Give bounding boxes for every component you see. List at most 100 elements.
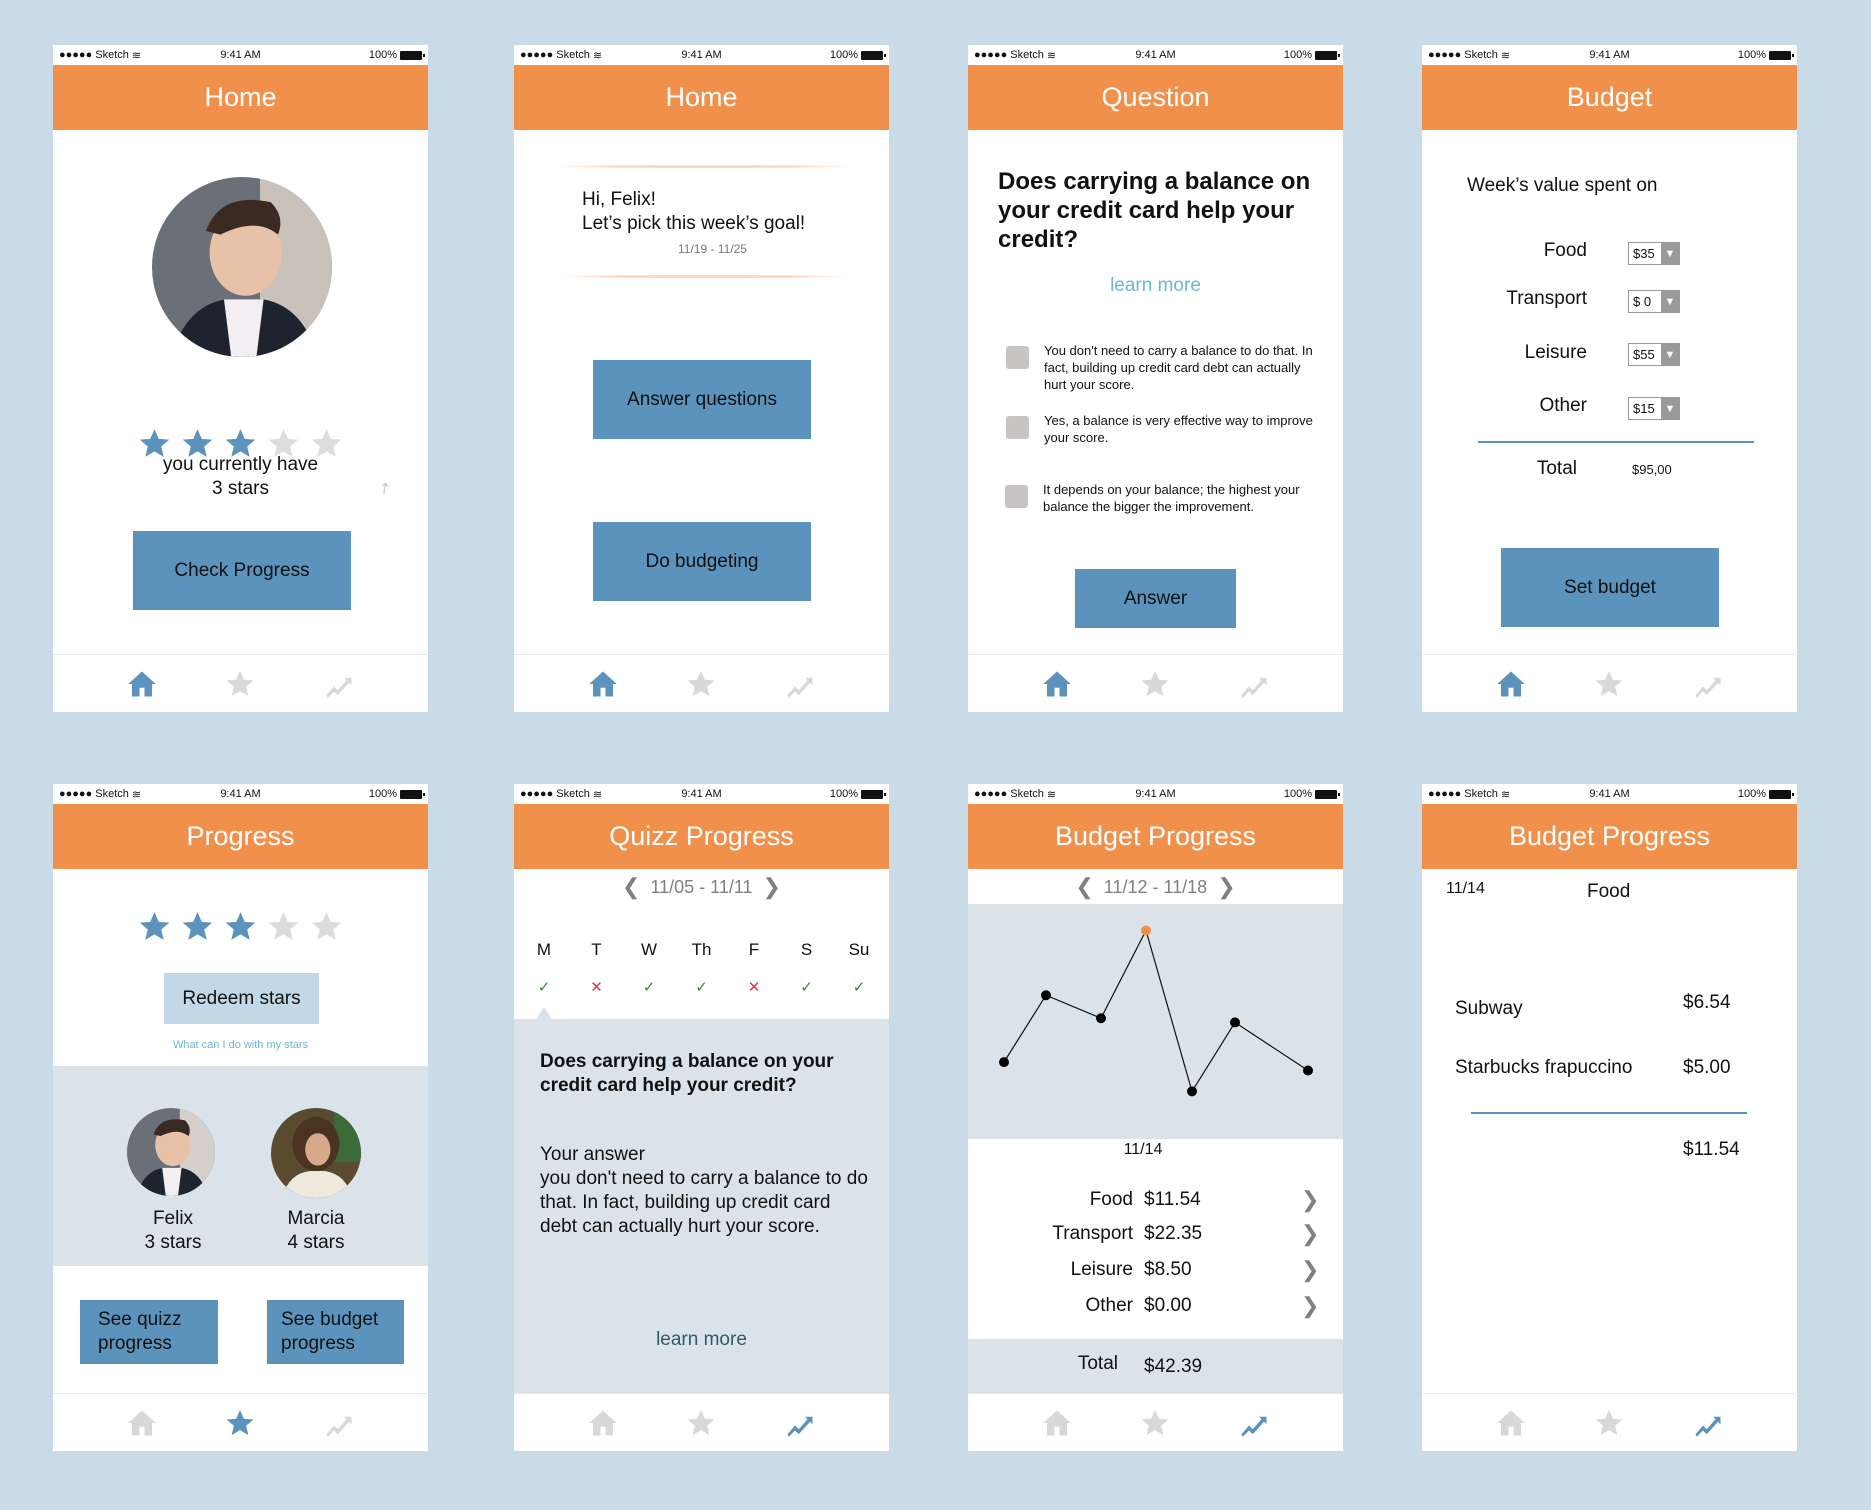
tab-stars[interactable]: [1135, 664, 1175, 704]
answer-option-3: It depends on your balance; the highest …: [1043, 482, 1300, 514]
category-row[interactable]: Food $11.54 ❯: [968, 1187, 1343, 1219]
home-icon: [127, 669, 157, 699]
total-row: Total $42.39: [968, 1339, 1343, 1393]
budget-select-food[interactable]: $35 ▼: [1628, 242, 1680, 265]
tab-home[interactable]: [122, 1403, 162, 1443]
tab-progress[interactable]: [319, 1403, 359, 1443]
select-value: $15: [1633, 401, 1655, 416]
week-range: 11/12 - 11/18: [1103, 876, 1208, 897]
friend-name: Marcia: [287, 1208, 345, 1229]
total-divider: [1478, 441, 1754, 443]
answer-checkbox-2[interactable]: [1006, 416, 1029, 439]
screen-quiz-progress: ●●●●● Sketch ≋ 9:41 AM 100% Quizz Progres…: [514, 784, 889, 1451]
tab-stars[interactable]: [220, 1403, 260, 1443]
tab-home[interactable]: [1037, 1403, 1077, 1443]
detail-date: 11/14: [1446, 880, 1485, 897]
screen-question: ●●●●● Sketch ≋ 9:41 AM 100% Question Does…: [968, 45, 1343, 712]
screen-home-profile: ●●●●● Sketch ≋ 9:41 AM 100% Home you curr…: [53, 45, 428, 712]
total-value: $42.39: [1144, 1356, 1203, 1377]
set-budget-button[interactable]: Set budget: [1501, 548, 1719, 627]
tab-progress[interactable]: [780, 1403, 820, 1443]
prev-week-button[interactable]: ❮: [622, 874, 640, 900]
category-row[interactable]: Leisure $8.50 ❯: [968, 1257, 1343, 1289]
answer-checkbox-1[interactable]: [1006, 346, 1029, 369]
day-column[interactable]: W ✓: [629, 940, 669, 996]
do-budgeting-button[interactable]: Do budgeting: [593, 522, 811, 601]
budget-label-transport: Transport: [1506, 288, 1587, 309]
day-label: Th: [691, 940, 712, 959]
tab-bar: [514, 654, 889, 712]
tab-home[interactable]: [1491, 1403, 1531, 1443]
budget-select-transport[interactable]: $ 0 ▼: [1628, 290, 1680, 313]
tab-home[interactable]: [1491, 664, 1531, 704]
category-row[interactable]: Other $0.00 ❯: [968, 1293, 1343, 1325]
category-value: $22.35: [1144, 1223, 1203, 1244]
tab-progress[interactable]: [319, 664, 359, 704]
star-filled-icon: [181, 910, 214, 943]
learn-more-link[interactable]: learn more: [514, 1329, 889, 1351]
budget-select-other[interactable]: $15 ▼: [1628, 397, 1680, 420]
next-week-button[interactable]: ❯: [1217, 874, 1235, 900]
tab-progress[interactable]: [1234, 664, 1274, 704]
tab-stars[interactable]: [1135, 1403, 1175, 1443]
tab-progress[interactable]: [1234, 1403, 1274, 1443]
tab-stars[interactable]: [1589, 664, 1629, 704]
star-icon: [1594, 1408, 1624, 1438]
tab-stars[interactable]: [1589, 1403, 1629, 1443]
day-column[interactable]: S ✓: [787, 940, 827, 996]
screen-budget-detail: ●●●●● Sketch ≋ 9:41 AM 100% Budget Progre…: [1422, 784, 1797, 1451]
data-point[interactable]: [1187, 1086, 1197, 1097]
screen-budget: ●●●●● Sketch ≋ 9:41 AM 100% Budget Week’s…: [1422, 45, 1797, 712]
data-point[interactable]: [999, 1057, 1009, 1068]
data-point[interactable]: [1041, 990, 1051, 1001]
day-column[interactable]: Su ✓: [839, 940, 879, 996]
answer-button[interactable]: Answer: [1075, 569, 1236, 628]
category-row[interactable]: Transport $22.35 ❯: [968, 1221, 1343, 1253]
tab-stars[interactable]: [220, 664, 260, 704]
friend-marcia: Marcia 4 stars: [246, 1207, 386, 1255]
tab-stars[interactable]: [681, 664, 721, 704]
your-answer-block: Your answer you don't need to carry a ba…: [540, 1143, 870, 1239]
home-icon: [1496, 1408, 1526, 1438]
next-week-button[interactable]: ❯: [763, 874, 781, 900]
category-label: Other: [1085, 1295, 1133, 1316]
data-point[interactable]: [1303, 1065, 1313, 1076]
answer-checkbox-3[interactable]: [1005, 485, 1028, 508]
week-navigator: ❮ 11/05 - 11/11 ❯: [514, 874, 889, 900]
data-point[interactable]: [1230, 1017, 1240, 1028]
tab-home[interactable]: [122, 664, 162, 704]
tab-bar: [53, 654, 428, 712]
expense-name-1: Subway: [1455, 998, 1523, 1019]
see-budget-progress-button[interactable]: See budget progress: [267, 1300, 404, 1364]
budget-select-leisure[interactable]: $55 ▼: [1628, 343, 1680, 366]
home-icon: [127, 1408, 157, 1438]
day-column[interactable]: F ✕: [734, 940, 774, 996]
tab-progress[interactable]: [1688, 1403, 1728, 1443]
check-progress-button[interactable]: Check Progress: [133, 531, 351, 610]
category-value: $0.00: [1144, 1295, 1192, 1316]
tab-bar: [1422, 1393, 1797, 1451]
learn-more-link[interactable]: learn more: [968, 275, 1343, 297]
answer-questions-button[interactable]: Answer questions: [593, 360, 811, 439]
select-value: $55: [1633, 347, 1655, 362]
day-column[interactable]: T ✕: [577, 940, 617, 996]
category-value: $8.50: [1144, 1259, 1192, 1280]
tab-home[interactable]: [1037, 664, 1077, 704]
tab-home[interactable]: [583, 1403, 623, 1443]
tab-stars[interactable]: [681, 1403, 721, 1443]
star-empty-icon: [267, 910, 300, 943]
friend-stars: 4 stars: [287, 1232, 345, 1253]
tab-progress[interactable]: [1688, 664, 1728, 704]
prev-week-button[interactable]: ❮: [1075, 874, 1093, 900]
see-quiz-progress-button[interactable]: See quizz progress: [80, 1300, 218, 1364]
day-column[interactable]: M ✓: [524, 940, 564, 996]
tab-progress[interactable]: [780, 664, 820, 704]
day-column[interactable]: Th ✓: [682, 940, 722, 996]
status-time: 9:41 AM: [1135, 788, 1176, 800]
data-point[interactable]: [1096, 1013, 1106, 1024]
spending-line-chart[interactable]: [968, 904, 1343, 1139]
redeem-stars-button[interactable]: Redeem stars: [164, 973, 319, 1024]
what-can-i-do-link[interactable]: What can I do with my stars: [53, 1039, 428, 1051]
data-point-selected[interactable]: [1141, 925, 1151, 936]
tab-home[interactable]: [583, 664, 623, 704]
